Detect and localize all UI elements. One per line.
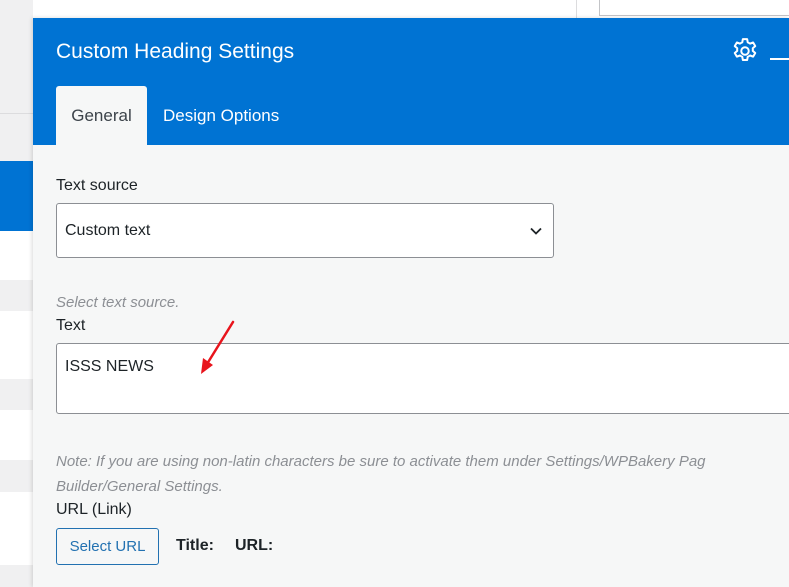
tab-design-options[interactable]: Design Options — [163, 86, 279, 145]
bg-row — [0, 231, 33, 280]
dialog-body: Text source Custom text Select text sour… — [33, 145, 789, 587]
dialog-title: Custom Heading Settings — [56, 40, 295, 63]
bg-row — [0, 311, 33, 379]
background-toolbar — [33, 0, 789, 19]
bg-row — [0, 410, 33, 460]
url-label: URL (Link) — [56, 501, 132, 518]
bg-row — [0, 492, 33, 565]
tab-general[interactable]: General — [56, 86, 147, 145]
background-select — [599, 0, 789, 16]
text-input[interactable]: ISSS NEWS — [56, 343, 789, 414]
bg-active-row — [0, 161, 33, 231]
url-url-label: URL: — [235, 537, 274, 554]
text-source-hint: Select text source. — [56, 294, 180, 311]
gear-icon[interactable] — [730, 36, 760, 66]
page-background — [0, 0, 33, 587]
chevron-down-icon — [530, 227, 542, 235]
text-source-label: Text source — [56, 177, 138, 194]
toolbar-divider — [576, 0, 577, 18]
text-source-value: Custom text — [65, 222, 151, 239]
minimize-button[interactable] — [770, 58, 789, 60]
annotation-arrow-icon — [201, 320, 235, 374]
custom-heading-settings-dialog: Custom Heading Settings General Design O… — [33, 18, 789, 587]
dialog-header: Custom Heading Settings General Design O… — [33, 18, 789, 145]
bg-divider — [0, 113, 33, 114]
text-note-line1: Note: If you are using non-latin charact… — [56, 453, 706, 470]
url-title-label: Title: — [176, 537, 214, 554]
text-input-value: ISSS NEWS — [65, 358, 154, 375]
text-source-select[interactable]: Custom text — [56, 203, 554, 258]
text-label: Text — [56, 317, 86, 334]
text-note-line2: Builder/General Settings. — [56, 478, 223, 495]
select-url-button[interactable]: Select URL — [56, 528, 159, 565]
